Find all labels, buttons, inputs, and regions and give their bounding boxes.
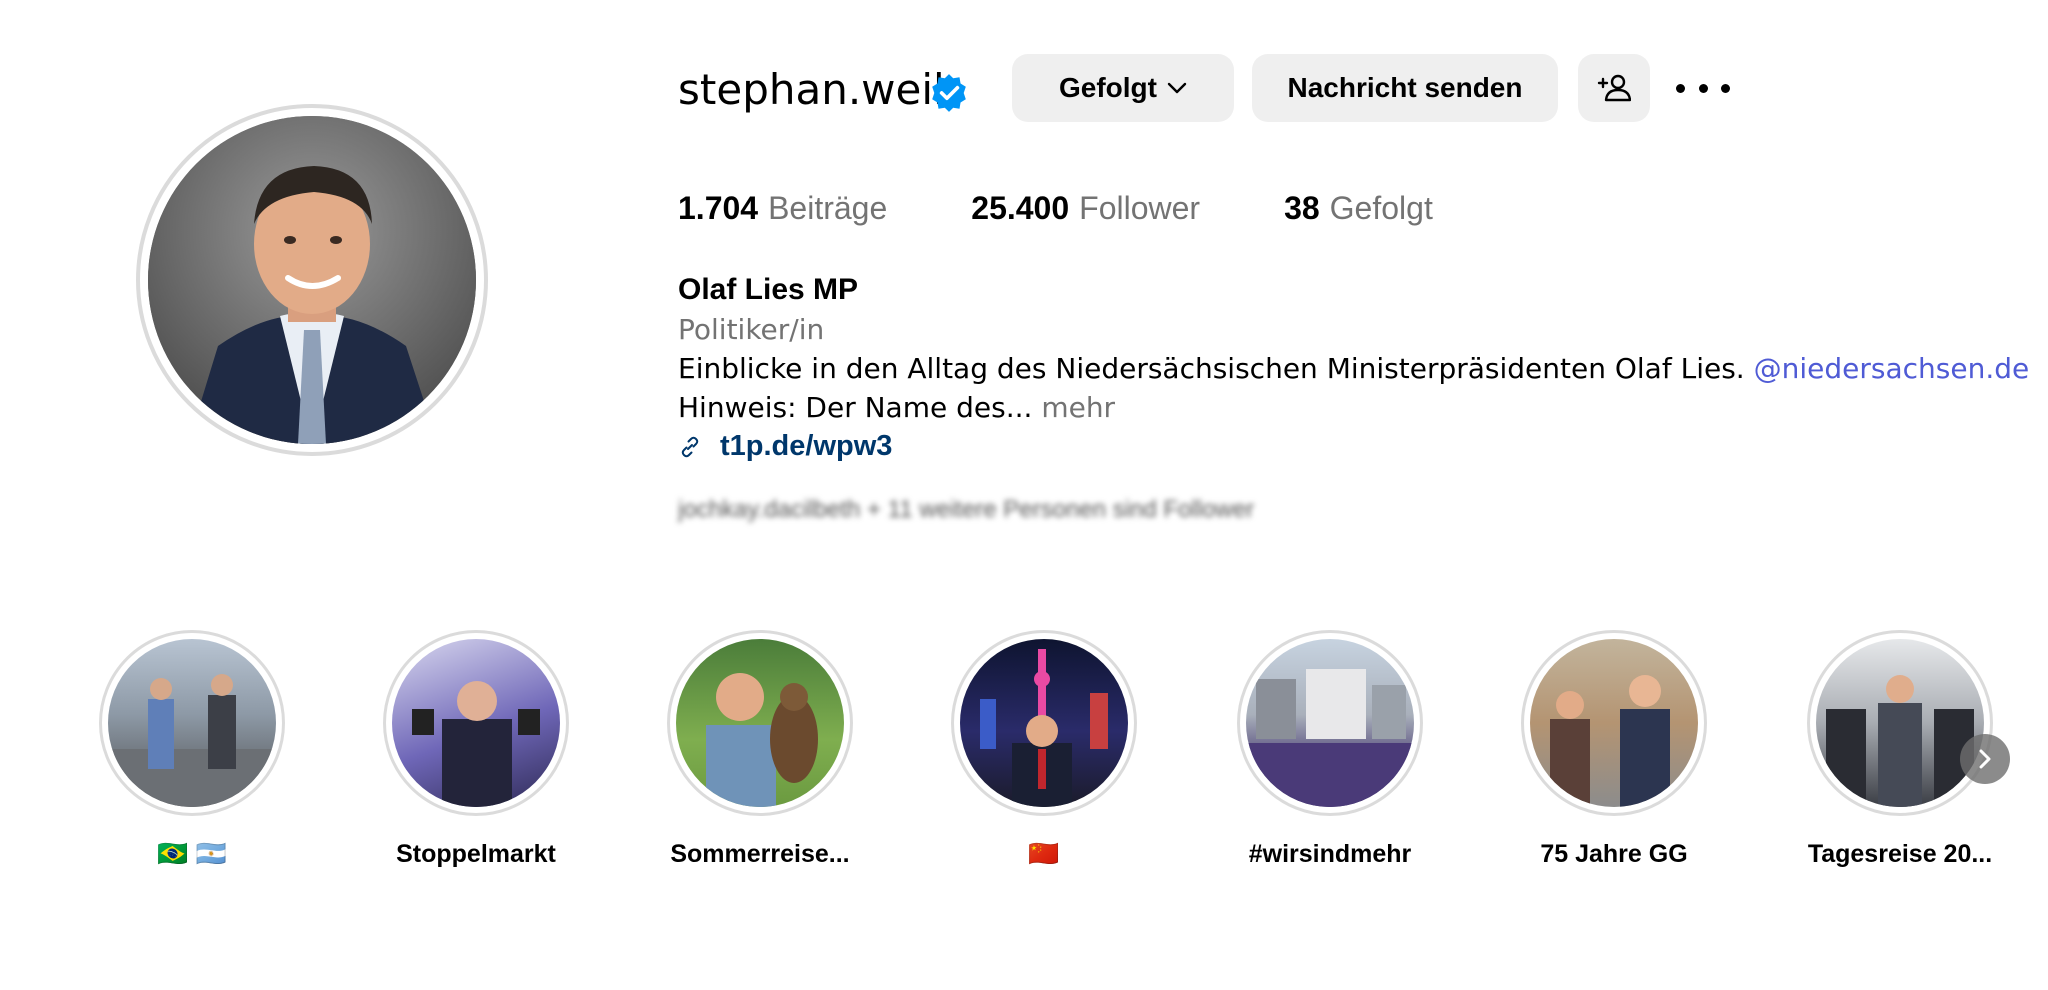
bio-mention-link[interactable]: @niedersachsen.de [1754, 352, 2030, 385]
profile-page: stephan.weil Gefolgt Nachricht senden 1.… [0, 0, 2048, 990]
following-button[interactable]: Gefolgt [1012, 54, 1234, 122]
highlight-cover-image [676, 639, 844, 807]
highlight-label: 🇨🇳 [1028, 840, 1060, 868]
highlight-cover-image [392, 639, 560, 807]
bio-text: Einblicke in den Alltag des Niedersächsi… [678, 352, 1745, 385]
highlight-cover-illustration [412, 681, 540, 807]
highlight-item[interactable]: #wirsindmehr [1230, 630, 1430, 870]
highlight-item[interactable]: Sommerreise... [660, 630, 860, 870]
highlight-label: Stoppelmarkt [396, 840, 556, 868]
highlights-next-button[interactable] [1960, 734, 2010, 784]
highlight-cover-illustration [1246, 669, 1414, 807]
stat-following[interactable]: 38 Gefolgt [1284, 186, 1433, 230]
highlight-cover-ring [1521, 630, 1707, 816]
stat-followers[interactable]: 25.400 Follower [971, 186, 1200, 230]
highlight-cover-image [1530, 639, 1698, 807]
profile-photo [148, 116, 476, 444]
highlight-item[interactable]: 🇧🇷 🇦🇷 [92, 630, 292, 870]
bio-text-truncated: Hinweis: Der Name des... [678, 391, 1033, 424]
highlight-label: 75 Jahre GG [1540, 840, 1688, 868]
send-message-label: Nachricht senden [1287, 72, 1523, 103]
highlight-cover-ring [1237, 630, 1423, 816]
bio-link-text: t1p.de/wpw3 [720, 430, 893, 462]
highlight-item[interactable]: 🇨🇳 [944, 630, 1144, 870]
profile-bio: Olaf Lies MP Politiker/in Einblicke in d… [678, 270, 2029, 466]
chevron-right-icon [1979, 749, 1991, 769]
bio-text-line: Einblicke in den Alltag des Niedersächsi… [678, 349, 2029, 388]
add-person-icon [1597, 74, 1631, 102]
highlight-cover-ring [951, 630, 1137, 816]
highlight-cover-image [1816, 639, 1984, 807]
verified-badge-icon [932, 74, 966, 112]
highlight-cover-ring [1807, 630, 1993, 816]
highlight-cover-illustration [1550, 675, 1670, 807]
following-button-label: Gefolgt [1059, 72, 1157, 103]
highlight-cover-ring [99, 630, 285, 816]
profile-photo-illustration [148, 116, 476, 444]
profile-avatar[interactable] [136, 104, 488, 456]
highlight-cover-ring [383, 630, 569, 816]
profile-username: stephan.weil [678, 65, 945, 114]
bio-external-link[interactable]: t1p.de/wpw3 [678, 427, 2018, 466]
highlight-cover-illustration [1826, 675, 1974, 807]
stat-posts: 1.704 Beiträge [678, 186, 887, 230]
highlight-item[interactable]: Stoppelmarkt [376, 630, 576, 870]
stat-count: 38 [1284, 190, 1320, 226]
highlight-cover-illustration [706, 673, 818, 807]
highlight-cover-image [960, 639, 1128, 807]
highlight-cover-image [108, 639, 276, 807]
more-dot [1698, 83, 1708, 93]
send-message-button[interactable]: Nachricht senden [1252, 54, 1558, 122]
stat-count: 1.704 [678, 190, 759, 226]
more-dot [1721, 83, 1730, 93]
highlight-cover-image [1246, 639, 1414, 807]
stat-label: Follower [1079, 190, 1201, 226]
highlight-label: 🇧🇷 🇦🇷 [157, 840, 227, 868]
highlight-label: Tagesreise 20... [1807, 840, 1993, 868]
profile-display-name: Olaf Lies MP [678, 273, 859, 306]
highlight-cover-ring [667, 630, 853, 816]
bio-text-line-2: Hinweis: Der Name des... mehr [678, 388, 2018, 427]
followed-by-text[interactable]: jochkay.dacilbeth + 11 weitere Personen … [678, 496, 1322, 526]
highlight-cover-illustration [108, 674, 276, 807]
more-options-icon[interactable] [1676, 70, 1730, 106]
more-dot [1676, 83, 1685, 93]
stat-label: Gefolgt [1329, 190, 1433, 226]
highlight-label: Sommerreise... [670, 840, 850, 868]
profile-category: Politiker/in [678, 313, 825, 346]
profile-stats: 1.704 Beiträge 25.400 Follower 38 Gefolgt [678, 186, 1517, 230]
stat-count: 25.400 [971, 190, 1070, 226]
highlight-label: #wirsindmehr [1248, 840, 1412, 868]
link-icon [681, 436, 699, 457]
highlight-item[interactable]: 75 Jahre GG [1514, 630, 1714, 870]
stat-label: Beiträge [768, 190, 888, 226]
bio-more-link[interactable]: mehr [1041, 391, 1115, 424]
chevron-down-icon [1167, 82, 1187, 94]
suggested-accounts-button[interactable] [1578, 54, 1650, 122]
highlight-cover-illustration [980, 649, 1108, 807]
